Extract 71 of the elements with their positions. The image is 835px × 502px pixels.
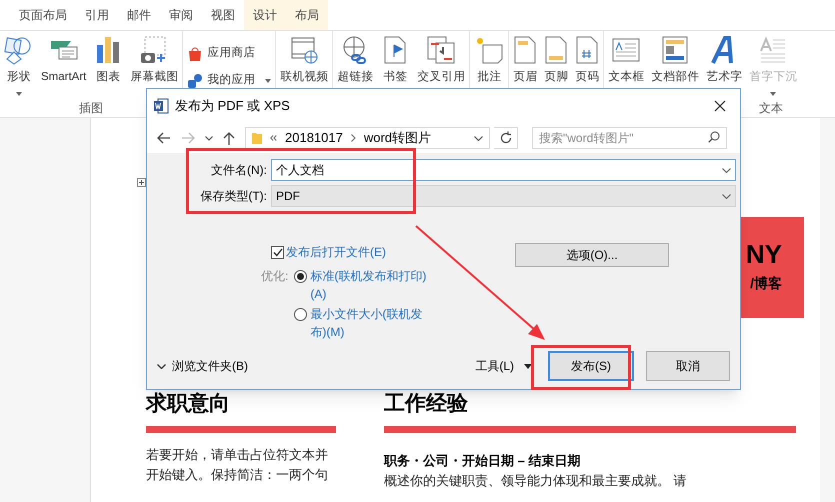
- radio-label[interactable]: 标准(联机发布和打印)(A): [310, 267, 430, 303]
- radio-button[interactable]: [294, 308, 308, 321]
- ribbon-button[interactable]: 艺术字: [704, 35, 744, 96]
- double-chevron-icon: [270, 135, 277, 141]
- shopping-bag-icon: [187, 46, 204, 62]
- banner-subtitle: /博客: [750, 274, 782, 293]
- ribbon-button[interactable]: 我的应用: [185, 68, 274, 92]
- shapes-icon: [187, 72, 204, 88]
- ribbon-button[interactable]: 形状: [2, 35, 36, 96]
- options-button[interactable]: 选项(O)...: [515, 243, 669, 267]
- close-icon: [714, 100, 726, 112]
- tools-menu-button[interactable]: 工具(L): [475, 357, 532, 375]
- up-arrow-icon: [223, 132, 235, 144]
- body-text: 若要开始，请单击占位符文本并开始键入。保持简洁：一两个句: [146, 446, 329, 484]
- body-text: 概述你的关键职责、领导能力体现和最主要成就。 请: [384, 472, 688, 490]
- checkbox-label[interactable]: 发布后打开文件(E): [286, 243, 386, 261]
- ribbon-button[interactable]: 书签: [378, 35, 412, 86]
- ribbon-button[interactable]: 图表: [91, 35, 126, 86]
- video-icon: [289, 35, 320, 65]
- group-label: 文本: [759, 100, 783, 117]
- ribbon-button[interactable]: 超链接: [335, 35, 376, 86]
- path-segment[interactable]: 20181017: [285, 128, 343, 148]
- address-bar[interactable]: 20181017 word转图片: [245, 127, 490, 149]
- ribbon-button[interactable]: 应用商店: [185, 42, 274, 66]
- checkbox[interactable]: [271, 246, 284, 258]
- back-arrow-icon: [157, 132, 171, 144]
- browse-folders-toggle[interactable]: 浏览文件夹(B): [157, 357, 248, 375]
- caret-icon: [524, 364, 532, 368]
- dialog-title: 发布为 PDF 或 XPS: [175, 97, 291, 116]
- chevron-down-icon: [722, 168, 731, 172]
- field-label: 文件名(N):: [210, 162, 267, 179]
- chevron-down-icon: [205, 136, 213, 140]
- forward-arrow-icon: [181, 132, 195, 144]
- page-number-icon: [575, 35, 600, 65]
- chevron-down-icon: [722, 194, 731, 198]
- section-heading: 求职意向: [146, 391, 231, 417]
- search-field[interactable]: 搜索"word转图片": [532, 127, 727, 149]
- header-page-icon: [513, 35, 538, 65]
- refresh-icon: [494, 127, 518, 149]
- publish-button[interactable]: 发布(S): [548, 351, 634, 381]
- footer-page-icon: [544, 35, 568, 65]
- ribbon-button[interactable]: 交叉引用: [415, 35, 468, 86]
- banner-title: NY: [746, 241, 782, 267]
- chevron-down-icon: [474, 136, 483, 140]
- ribbon-button[interactable]: 页码: [573, 35, 602, 96]
- chevron-right-icon: [350, 134, 356, 142]
- job-title: 职务・公司・开始日期 – 结束日期: [384, 452, 582, 470]
- optimize-label: 优化:: [261, 268, 288, 285]
- field-label: 保存类型(T):: [199, 188, 267, 205]
- folder-icon: [252, 132, 262, 144]
- table-move-handle-icon: [137, 178, 146, 187]
- chevron-down-icon: [157, 364, 166, 368]
- document-parts-icon: [660, 35, 690, 65]
- ribbon-button[interactable]: 页眉: [511, 35, 540, 96]
- ribbon-tab[interactable]: 设计: [244, 0, 286, 30]
- radio-label[interactable]: 最小文件大小(联机发布)(M): [310, 305, 430, 341]
- save-type-dropdown[interactable]: PDF: [271, 185, 736, 207]
- ribbon-button[interactable]: SmartArt: [39, 35, 88, 86]
- ribbon-button[interactable]: 批注: [472, 35, 506, 86]
- word-app-icon: [153, 98, 169, 114]
- radio-button[interactable]: [294, 270, 308, 283]
- file-name-field[interactable]: 个人文档: [271, 159, 736, 181]
- cross-reference-icon: [426, 35, 456, 65]
- group-label: 插图: [79, 100, 104, 117]
- section-heading: 工作经验: [384, 391, 469, 417]
- cancel-button[interactable]: 取消: [646, 351, 730, 381]
- comment-icon: [474, 35, 504, 65]
- path-segment[interactable]: word转图片: [364, 128, 432, 148]
- search-icon: [708, 131, 720, 143]
- ribbon-tab[interactable]: 布局: [286, 0, 328, 30]
- ribbon-button[interactable]: 联机视频: [278, 35, 330, 86]
